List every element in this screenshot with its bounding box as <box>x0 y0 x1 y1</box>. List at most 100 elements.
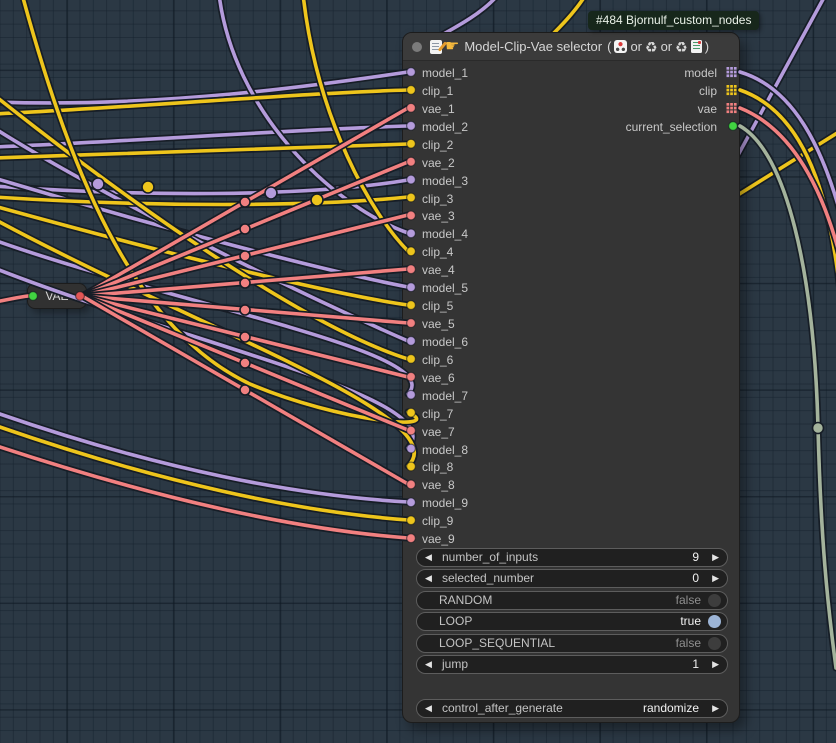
widget-value: 0 <box>692 570 699 587</box>
input-row-vae_5: vae_5 <box>422 316 455 332</box>
input-label-vae_4: vae_4 <box>422 263 455 277</box>
input-label-vae_5: vae_5 <box>422 317 455 331</box>
input-row-clip_1: clip_1 <box>422 83 453 99</box>
widget-label: RANDOM <box>439 592 492 609</box>
output-row-clip: clip <box>699 83 717 99</box>
input-label-model_5: model_5 <box>422 281 468 295</box>
input-row-model_1: model_1 <box>422 65 468 81</box>
decrement-arrow-icon[interactable]: ◀ <box>425 570 432 587</box>
widget-jump[interactable]: ◀ ▶ jump 1 <box>416 655 728 674</box>
input-row-model_8: model_8 <box>422 442 468 458</box>
input-row-model_5: model_5 <box>422 280 468 296</box>
input-row-model_6: model_6 <box>422 334 468 350</box>
pointing-right-icon: ☛ <box>445 40 459 54</box>
toggle-dot[interactable] <box>708 594 721 607</box>
widget-random[interactable]: RANDOM false <box>416 591 728 610</box>
widget-label: LOOP <box>439 613 472 630</box>
input-label-vae_8: vae_8 <box>422 478 455 492</box>
or-separator: or <box>630 39 642 54</box>
input-label-clip_5: clip_5 <box>422 299 453 313</box>
input-label-clip_1: clip_1 <box>422 84 453 98</box>
input-row-vae_9: vae_9 <box>422 531 455 547</box>
widget-loop_sequential[interactable]: LOOP_SEQUENTIAL false <box>416 634 728 653</box>
input-label-clip_2: clip_2 <box>422 138 453 152</box>
input-label-vae_9: vae_9 <box>422 532 455 546</box>
input-row-vae_6: vae_6 <box>422 370 455 386</box>
node-title-bar[interactable]: ☛ Model-Clip-Vae selector ( or ♻ or ♻ ) <box>403 33 739 61</box>
output-row-model: model <box>684 65 717 81</box>
widget-label: LOOP_SEQUENTIAL <box>439 635 555 652</box>
input-row-clip_6: clip_6 <box>422 352 453 368</box>
input-row-vae_4: vae_4 <box>422 262 455 278</box>
input-row-clip_2: clip_2 <box>422 137 453 153</box>
input-row-vae_3: vae_3 <box>422 208 455 224</box>
output-label-current_selection: current_selection <box>626 120 717 134</box>
input-row-vae_1: vae_1 <box>422 101 455 117</box>
vae-node[interactable]: VAE <box>27 283 87 309</box>
node-id-badge: #484 Bjornulf_custom_nodes <box>588 11 759 30</box>
input-label-model_4: model_4 <box>422 227 468 241</box>
output-label-clip: clip <box>699 84 717 98</box>
input-label-model_8: model_8 <box>422 443 468 457</box>
widget-value: 1 <box>692 656 699 673</box>
input-label-clip_4: clip_4 <box>422 245 453 259</box>
input-label-vae_1: vae_1 <box>422 102 455 116</box>
widget-label: jump <box>442 656 468 673</box>
toggle-dot[interactable] <box>708 637 721 650</box>
toggle-dot[interactable] <box>708 615 721 628</box>
input-label-model_6: model_6 <box>422 335 468 349</box>
widget-value: 9 <box>692 549 699 566</box>
input-label-vae_2: vae_2 <box>422 156 455 170</box>
vae-node-title: VAE <box>45 289 68 303</box>
input-row-model_3: model_3 <box>422 173 468 189</box>
or-separator: or <box>661 39 673 54</box>
decrement-arrow-icon[interactable]: ◀ <box>425 549 432 566</box>
recycle-icon: ♻ <box>675 40 688 54</box>
widget-value: randomize <box>643 700 699 717</box>
collapse-dot[interactable] <box>412 42 422 52</box>
input-row-clip_4: clip_4 <box>422 244 453 260</box>
input-row-clip_8: clip_8 <box>422 459 453 475</box>
increment-arrow-icon[interactable]: ▶ <box>712 656 719 673</box>
input-row-clip_5: clip_5 <box>422 298 453 314</box>
decrement-arrow-icon[interactable]: ◀ <box>425 656 432 673</box>
increment-arrow-icon[interactable]: ▶ <box>712 549 719 566</box>
widget-label: number_of_inputs <box>442 549 538 566</box>
input-label-model_3: model_3 <box>422 174 468 188</box>
page-icon <box>691 40 702 53</box>
die-icon <box>614 40 627 53</box>
input-label-clip_8: clip_8 <box>422 460 453 474</box>
input-label-vae_6: vae_6 <box>422 371 455 385</box>
input-label-clip_6: clip_6 <box>422 353 453 367</box>
widget-control_after_generate[interactable]: ◀▶control_after_generaterandomize <box>416 699 728 718</box>
input-label-vae_3: vae_3 <box>422 209 455 223</box>
input-row-model_7: model_7 <box>422 388 468 404</box>
input-row-vae_8: vae_8 <box>422 477 455 493</box>
input-row-clip_9: clip_9 <box>422 513 453 529</box>
input-row-vae_7: vae_7 <box>422 424 455 440</box>
input-row-clip_3: clip_3 <box>422 191 453 207</box>
increment-arrow-icon[interactable]: ▶ <box>712 570 719 587</box>
input-label-clip_9: clip_9 <box>422 514 453 528</box>
node-title: ☛ Model-Clip-Vae selector ( or ♻ or ♻ ) <box>430 39 709 54</box>
widget-value: false <box>676 635 701 652</box>
input-label-model_2: model_2 <box>422 120 468 134</box>
input-row-model_9: model_9 <box>422 495 468 511</box>
input-label-model_7: model_7 <box>422 389 468 403</box>
input-label-clip_7: clip_7 <box>422 407 453 421</box>
decrement-arrow-icon[interactable]: ◀ <box>425 700 432 717</box>
widget-selected_number[interactable]: ◀▶selected_number0 <box>416 569 728 588</box>
widget-number_of_inputs[interactable]: ◀ ▶ number_of_inputs 9 <box>416 548 728 567</box>
input-label-clip_3: clip_3 <box>422 192 453 206</box>
memo-icon <box>430 40 442 54</box>
output-label-model: model <box>684 66 717 80</box>
paren-close: ) <box>705 39 709 54</box>
recycle-icon: ♻ <box>645 40 658 54</box>
output-row-vae: vae <box>698 101 717 117</box>
model-clip-vae-selector-node[interactable]: ☛ Model-Clip-Vae selector ( or ♻ or ♻ ) … <box>402 32 740 723</box>
input-row-clip_7: clip_7 <box>422 406 453 422</box>
widget-value: false <box>676 592 701 609</box>
widget-loop[interactable]: LOOPtrue <box>416 612 728 631</box>
node-title-text: Model-Clip-Vae selector <box>464 39 602 54</box>
increment-arrow-icon[interactable]: ▶ <box>712 700 719 717</box>
